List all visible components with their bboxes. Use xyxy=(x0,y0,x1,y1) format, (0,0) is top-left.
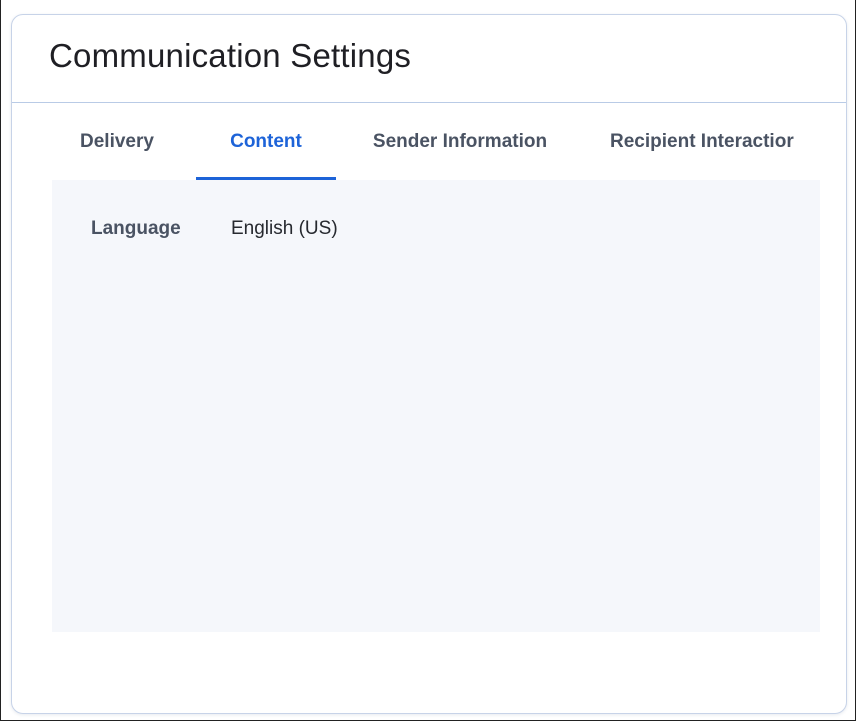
content-panel: Language English (US) xyxy=(52,180,820,632)
tab-bar: Delivery Content Sender Information Reci… xyxy=(12,103,846,180)
language-setting-row: Language English (US) xyxy=(91,218,338,240)
tab-sender-information[interactable]: Sender Information xyxy=(336,103,584,180)
tab-recipient-interaction[interactable]: Recipient Interactior xyxy=(584,103,818,180)
page-title: Communication Settings xyxy=(49,36,412,74)
tab-delivery[interactable]: Delivery xyxy=(56,103,196,180)
card-header: Communication Settings xyxy=(12,15,846,103)
language-value[interactable]: English (US) xyxy=(231,218,338,240)
communication-settings-card: Communication Settings Delivery Content … xyxy=(11,14,847,714)
language-label: Language xyxy=(91,218,181,239)
window-frame: Communication Settings Delivery Content … xyxy=(0,0,856,721)
tab-content[interactable]: Content xyxy=(196,103,336,180)
